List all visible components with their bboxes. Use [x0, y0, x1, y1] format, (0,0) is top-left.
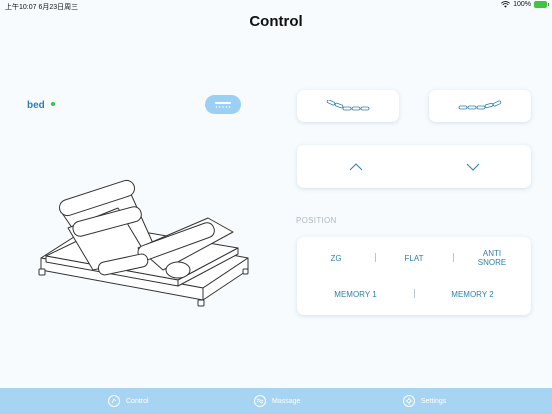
page-title: Control — [249, 13, 303, 30]
tab-label: Massage — [272, 397, 301, 405]
zg-button[interactable]: ZG — [297, 245, 375, 271]
memory-1-button[interactable]: MEMORY 1 — [297, 282, 414, 306]
chevron-up-icon — [349, 162, 362, 170]
position-section-label: POSITION — [296, 216, 337, 225]
position-card: ZG FLAT ANTI SNORE MEMORY 1 MEMORY 2 — [297, 237, 531, 315]
bed-illustration — [38, 179, 249, 307]
online-status-dot — [51, 102, 55, 106]
tab-control[interactable]: Control — [108, 388, 149, 414]
tab-bar: Control Massage Settings — [0, 388, 552, 414]
status-right: 100% — [501, 1, 549, 8]
tab-label: Settings — [421, 397, 447, 405]
light-icon — [215, 101, 231, 108]
preset-sit-button[interactable] — [297, 90, 399, 122]
bed-name: bed — [27, 100, 45, 111]
wifi-icon — [501, 1, 511, 8]
control-icon — [108, 395, 120, 407]
light-button[interactable] — [205, 95, 241, 114]
battery-icon — [534, 1, 549, 8]
preset-lift-button[interactable] — [429, 90, 531, 122]
tab-massage[interactable]: Massage — [254, 388, 300, 414]
raise-button[interactable] — [297, 145, 414, 188]
flat-button[interactable]: FLAT — [375, 245, 453, 271]
status-time-date: 上午10:07 6月23日周三 — [5, 4, 79, 11]
battery-percent: 100% — [513, 1, 531, 8]
tab-label: Control — [126, 397, 149, 405]
adjust-card — [297, 145, 531, 188]
tab-settings[interactable]: Settings — [403, 388, 446, 414]
status-bar: 上午10:07 6月23日周三 100% — [0, 0, 552, 12]
lower-button[interactable] — [414, 145, 531, 188]
anti-snore-button[interactable]: ANTI SNORE — [453, 245, 531, 271]
bed-leg-lift-position-icon — [458, 100, 502, 110]
chevron-down-icon — [466, 163, 479, 171]
settings-icon — [403, 395, 415, 407]
memory-2-button[interactable]: MEMORY 2 — [414, 282, 531, 306]
bed-sit-position-icon — [326, 100, 370, 111]
massage-icon — [254, 395, 266, 407]
